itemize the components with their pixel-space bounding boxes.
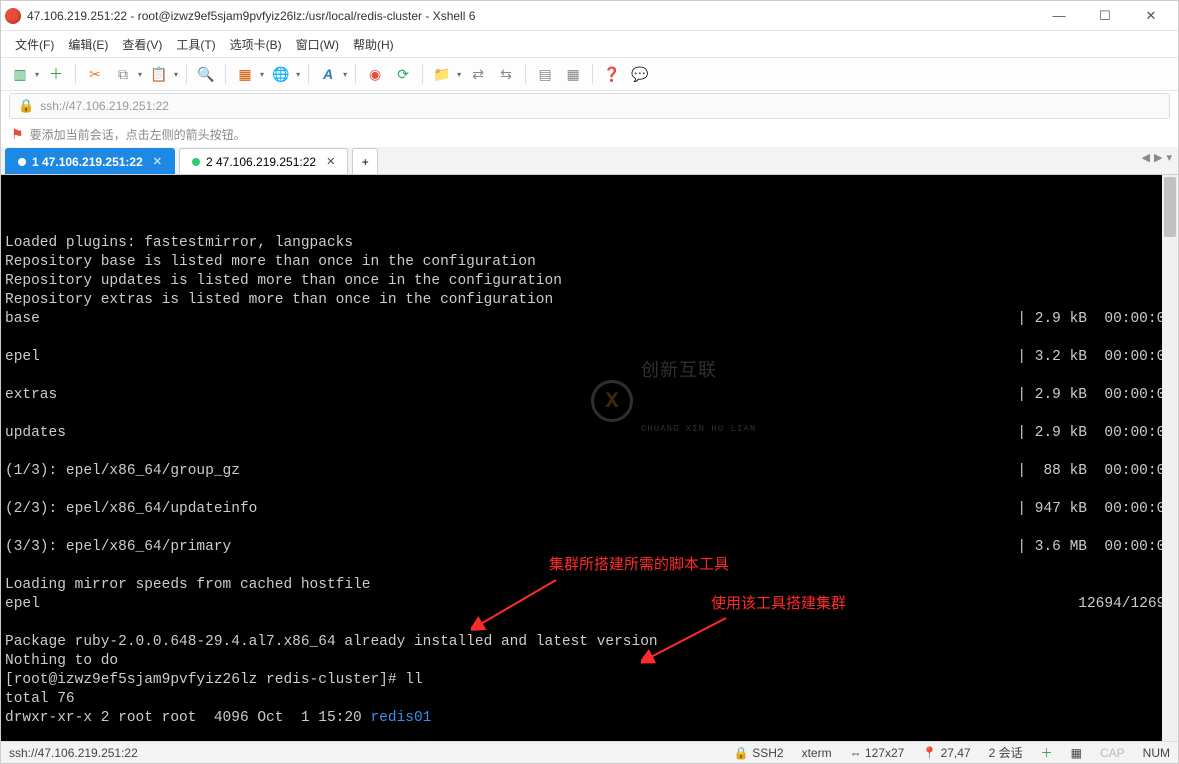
cut-icon[interactable]: ✂ — [84, 63, 106, 85]
panel-icon[interactable]: ▤ — [534, 63, 556, 85]
window-titlebar: 47.106.219.251:22 - root@izwz9ef5sjam9pv… — [1, 1, 1178, 31]
new-session-icon[interactable]: ▥ — [9, 63, 31, 85]
terminal-line: (2/3): epel/x86_64/updateinfo| 947 kB 00… — [5, 500, 1174, 519]
hint-text: 要添加当前会话，点击左侧的箭头按钮。 — [30, 126, 246, 143]
globe-icon[interactable]: 🌐 — [270, 63, 292, 85]
chat-icon[interactable]: 💬 — [629, 63, 651, 85]
terminal-line: base| 2.9 kB 00:00:00 — [5, 310, 1174, 329]
maximize-button[interactable]: ☐ — [1082, 2, 1128, 30]
add-tab-button[interactable]: + — [352, 148, 378, 174]
status-plus-icon[interactable]: ＋ — [1041, 744, 1053, 761]
scrollbar[interactable] — [1162, 175, 1178, 741]
help-icon[interactable]: ❓ — [601, 63, 623, 85]
save-icon[interactable]: ＋ — [45, 63, 67, 85]
status-term: xterm — [802, 746, 832, 760]
address-text: ssh://47.106.219.251:22 — [40, 99, 169, 113]
status-ssh: 🔒 SSH2 — [734, 746, 784, 760]
session-tab-1[interactable]: 1 47.106.219.251:22 ✕ — [5, 148, 175, 174]
status-sessions: 2 会话 — [989, 744, 1023, 761]
terminal-line: Repository extras is listed more than on… — [5, 292, 553, 308]
tab-label: 1 47.106.219.251:22 — [32, 155, 143, 169]
terminal-line: Loading mirror speeds from cached hostfi… — [5, 577, 370, 593]
sync-icon[interactable]: ⇆ — [495, 63, 517, 85]
terminal-line: drwxr-xr-x 2 root root 4096 Oct 1 15:20 … — [5, 709, 1174, 728]
status-cap: CAP — [1100, 746, 1125, 760]
terminal-line: updates| 2.9 kB 00:00:00 — [5, 424, 1174, 443]
annotation-1: 集群所搭建所需的脚本工具 — [549, 556, 729, 575]
terminal-line: extras| 2.9 kB 00:00:00 — [5, 386, 1174, 405]
menu-bar: 文件(F) 编辑(E) 查看(V) 工具(T) 选项卡(B) 窗口(W) 帮助(… — [1, 31, 1178, 57]
watermark: X 创新互联 CHUANG XIN HU LIAN — [591, 325, 756, 477]
menu-tools[interactable]: 工具(T) — [176, 36, 215, 53]
arrow-icon — [471, 575, 561, 635]
menu-edit[interactable]: 编辑(E) — [68, 36, 108, 53]
tab-next-icon[interactable]: ▶ — [1154, 151, 1162, 164]
paste-icon[interactable]: 📋 — [148, 63, 170, 85]
terminal-line: total 76 — [5, 691, 75, 707]
red-icon[interactable]: ◉ — [364, 63, 386, 85]
status-dot-icon — [192, 158, 200, 166]
menu-window[interactable]: 窗口(W) — [296, 36, 339, 53]
status-pos: 📍 27,47 — [922, 746, 970, 760]
tab-label: 2 47.106.219.251:22 — [206, 155, 316, 169]
font-icon[interactable]: A — [317, 63, 339, 85]
close-tab-icon[interactable]: ✕ — [326, 155, 335, 168]
flag-icon: ⚑ — [11, 126, 24, 143]
terminal-line: Nothing to do — [5, 653, 118, 669]
menu-tabs[interactable]: 选项卡(B) — [230, 36, 282, 53]
annotation-2: 使用该工具搭建集群 — [711, 595, 846, 614]
session-tabstrip: 1 47.106.219.251:22 ✕ 2 47.106.219.251:2… — [1, 147, 1178, 175]
search-icon[interactable]: 🔍 — [195, 63, 217, 85]
terminal[interactable]: X 创新互联 CHUANG XIN HU LIAN Loaded plugins… — [1, 175, 1178, 741]
grid-icon[interactable]: ▦ — [562, 63, 584, 85]
arrow-icon — [641, 613, 731, 668]
terminal-line: (1/3): epel/x86_64/group_gz| 88 kB 00:00… — [5, 462, 1174, 481]
address-bar: 🔒 ssh://47.106.219.251:22 — [1, 91, 1178, 121]
status-num: NUM — [1143, 746, 1170, 760]
terminal-line: Repository updates is listed more than o… — [5, 273, 562, 289]
close-button[interactable]: ✕ — [1128, 2, 1174, 30]
address-input[interactable]: 🔒 ssh://47.106.219.251:22 — [9, 93, 1170, 119]
tab-prev-icon[interactable]: ◀ — [1142, 151, 1150, 164]
tab-menu-icon[interactable]: ▾ — [1166, 151, 1172, 164]
hint-bar: ⚑ 要添加当前会话，点击左侧的箭头按钮。 — [1, 121, 1178, 147]
menu-help[interactable]: 帮助(H) — [353, 36, 394, 53]
status-dot-icon — [18, 158, 26, 166]
folder-icon[interactable]: 📁 — [431, 63, 453, 85]
app-icon — [5, 8, 21, 24]
transfer-icon[interactable]: ⇄ — [467, 63, 489, 85]
menu-file[interactable]: 文件(F) — [15, 36, 54, 53]
terminal-line: Repository base is listed more than once… — [5, 254, 536, 270]
terminal-line: Loaded plugins: fastestmirror, langpacks — [5, 235, 353, 251]
minimize-button[interactable]: ― — [1036, 2, 1082, 30]
terminal-line: epel| 3.2 kB 00:00:00 — [5, 348, 1174, 367]
terminal-line: (3/3): epel/x86_64/primary| 3.6 MB 00:00… — [5, 538, 1174, 557]
lock-icon: 🔒 — [18, 98, 34, 114]
layout-icon[interactable]: ▦ — [234, 63, 256, 85]
close-tab-icon[interactable]: ✕ — [153, 155, 162, 168]
window-title: 47.106.219.251:22 - root@izwz9ef5sjam9pv… — [27, 9, 1036, 23]
scrollbar-thumb[interactable] — [1164, 177, 1176, 237]
status-size: ⇔ 127x27 — [850, 746, 905, 760]
menu-view[interactable]: 查看(V) — [122, 36, 162, 53]
toolbar: ▥▾ ＋ ✂ ⧉▾ 📋▾ 🔍 ▦▾ 🌐▾ A▾ ◉ ⟳ 📁▾ ⇄ ⇆ ▤ ▦ ❓… — [1, 57, 1178, 91]
terminal-line: [root@izwz9ef5sjam9pvfyiz26lz redis-clus… — [5, 672, 423, 688]
copy-icon[interactable]: ⧉ — [112, 63, 134, 85]
status-address: ssh://47.106.219.251:22 — [9, 746, 138, 760]
session-tab-2[interactable]: 2 47.106.219.251:22 ✕ — [179, 148, 348, 174]
terminal-line: epel12694/12694 — [5, 595, 1174, 614]
terminal-line: Package ruby-2.0.0.648-29.4.al7.x86_64 a… — [5, 634, 658, 650]
status-grid-icon[interactable]: ▦ — [1071, 746, 1082, 760]
status-bar: ssh://47.106.219.251:22 🔒 SSH2 xterm ⇔ 1… — [1, 741, 1178, 763]
refresh-icon[interactable]: ⟳ — [392, 63, 414, 85]
